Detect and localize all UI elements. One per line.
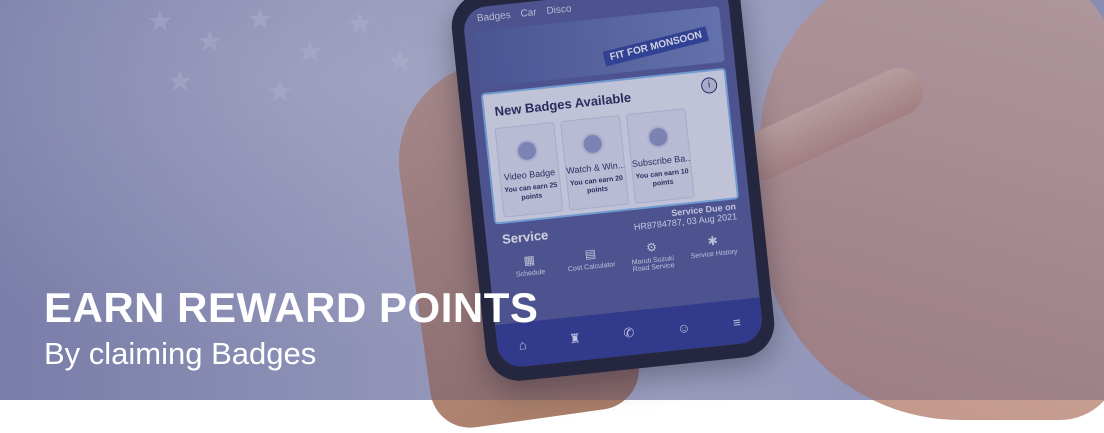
- hero-subline: By claiming Badges: [44, 336, 317, 371]
- hero-headline: EARN REWARD POINTS: [44, 284, 539, 331]
